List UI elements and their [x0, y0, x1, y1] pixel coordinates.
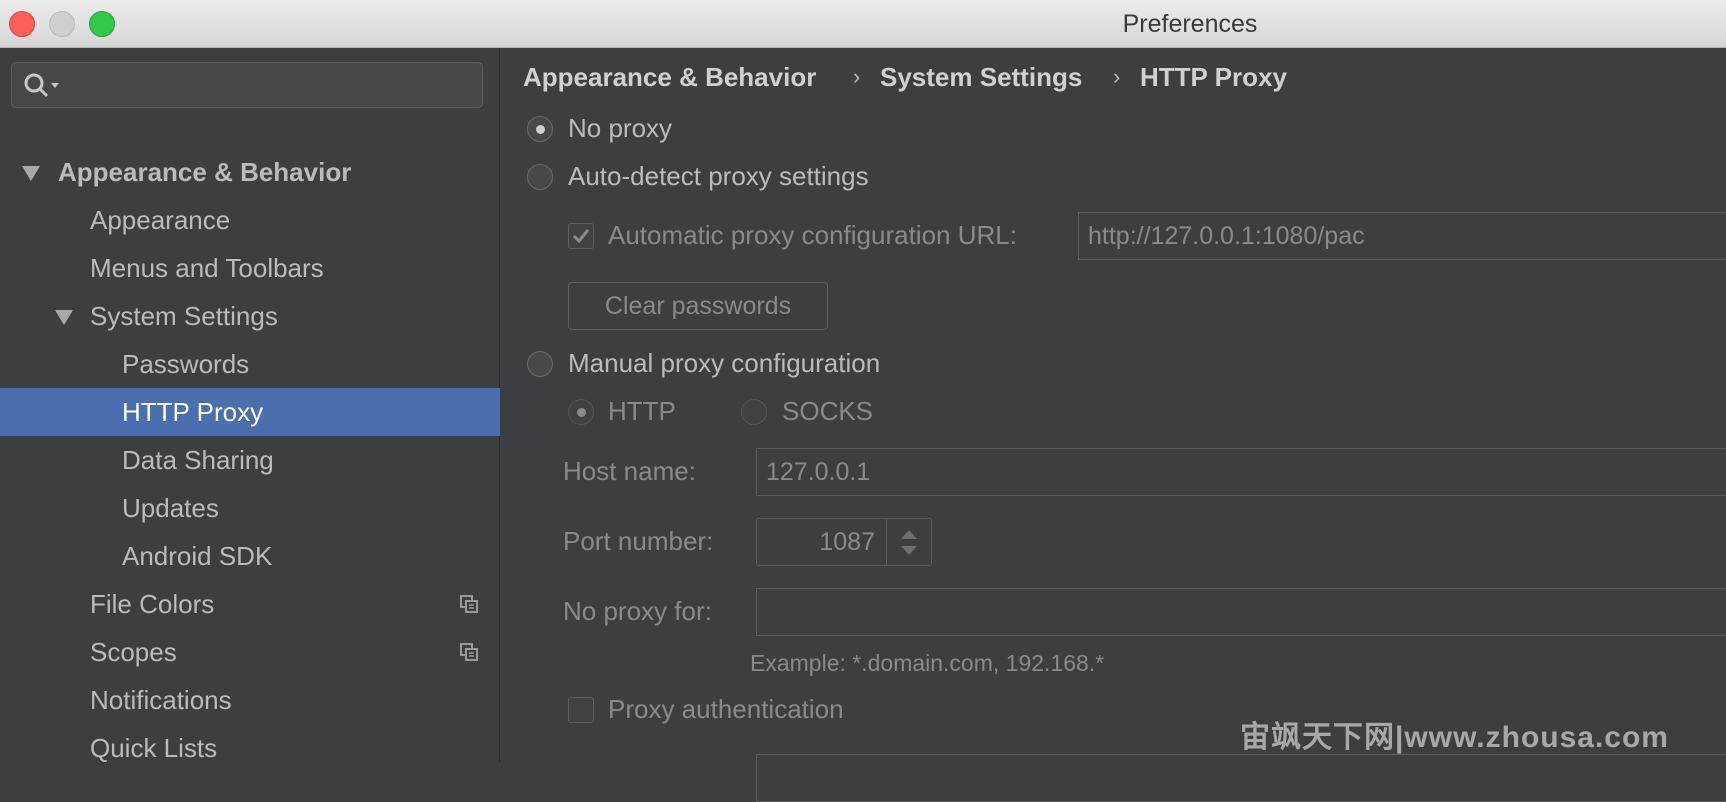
spinner-arrows-icon [901, 530, 917, 555]
watermark-text: 宙飒天下网|www.zhousa.com [1240, 721, 1669, 754]
manual-proxy-radio[interactable] [527, 351, 553, 377]
sidebar-item-updates[interactable]: Updates [0, 484, 500, 532]
sidebar-item-android-sdk[interactable]: Android SDK [0, 532, 500, 580]
breadcrumb-separator: › [1113, 64, 1121, 89]
sidebar-item-http-proxy[interactable]: HTTP Proxy [0, 388, 500, 436]
http-label[interactable]: HTTP [608, 396, 676, 427]
proxy-auth-label[interactable]: Proxy authentication [608, 694, 844, 725]
sidebar-item-quick-lists[interactable]: Quick Lists [0, 724, 500, 772]
sidebar-item-scopes[interactable]: Scopes [0, 628, 500, 676]
auto-detect-radio[interactable] [527, 164, 553, 190]
title-bar: Preferences [0, 0, 1726, 48]
sidebar-item-notifications[interactable]: Notifications [0, 676, 500, 724]
host-name-input[interactable]: 127.0.0.1 [756, 448, 1726, 496]
login-input[interactable] [756, 754, 1726, 802]
project-settings-icon [460, 595, 478, 613]
auto-detect-label[interactable]: Auto-detect proxy settings [568, 161, 869, 192]
port-spinner[interactable] [886, 519, 931, 565]
sidebar-item-appearance-behavior[interactable]: Appearance & Behavior [0, 148, 500, 196]
sidebar-item-menus-toolbars[interactable]: Menus and Toolbars [0, 244, 500, 292]
proxy-auth-checkbox[interactable] [568, 697, 594, 723]
http-radio[interactable] [568, 399, 594, 425]
port-number-value[interactable]: 1087 [819, 519, 875, 565]
port-number-label: Port number: [563, 526, 714, 556]
sidebar-item-file-colors[interactable]: File Colors [0, 580, 500, 628]
sidebar-item-system-settings[interactable]: System Settings [0, 292, 500, 340]
host-name-label: Host name: [563, 456, 696, 486]
sidebar-item-appearance[interactable]: Appearance [0, 196, 500, 244]
breadcrumb-item[interactable]: Appearance & Behavior [523, 62, 816, 93]
search-icon [24, 73, 59, 98]
sidebar-item-data-sharing[interactable]: Data Sharing [0, 436, 500, 484]
auto-config-url-input[interactable]: http://127.0.0.1:1080/pac [1078, 212, 1726, 260]
port-number-stepper[interactable]: 1087 [756, 518, 932, 566]
breadcrumb-item[interactable]: System Settings [880, 62, 1082, 93]
project-settings-icon [460, 643, 478, 661]
checkmark-icon [572, 229, 590, 244]
no-proxy-label[interactable]: No proxy [568, 113, 672, 144]
socks-radio[interactable] [741, 399, 767, 425]
no-proxy-for-label: No proxy for: [563, 596, 712, 626]
clear-passwords-button[interactable]: Clear passwords [568, 282, 828, 330]
expand-arrow-icon[interactable] [55, 310, 73, 325]
socks-label[interactable]: SOCKS [782, 396, 873, 427]
http-proxy-panel: Appearance & Behavior › System Settings … [501, 48, 1726, 802]
manual-proxy-label[interactable]: Manual proxy configuration [568, 348, 880, 379]
search-input[interactable] [11, 62, 483, 108]
sidebar-item-passwords[interactable]: Passwords [0, 340, 500, 388]
no-proxy-radio[interactable] [527, 116, 553, 142]
window-title: Preferences [1122, 10, 1258, 38]
settings-sidebar: Appearance & Behavior Appearance Menus a… [0, 48, 500, 763]
no-proxy-for-input[interactable] [756, 588, 1726, 636]
expand-arrow-icon[interactable] [22, 166, 40, 181]
breadcrumb-separator: › [853, 64, 861, 89]
breadcrumb-item: HTTP Proxy [1140, 62, 1287, 92]
auto-config-url-label: Automatic proxy configuration URL: [608, 220, 1017, 250]
example-hint: Example: *.domain.com, 192.168.* [750, 650, 1105, 676]
auto-config-url-checkbox[interactable] [568, 223, 594, 249]
